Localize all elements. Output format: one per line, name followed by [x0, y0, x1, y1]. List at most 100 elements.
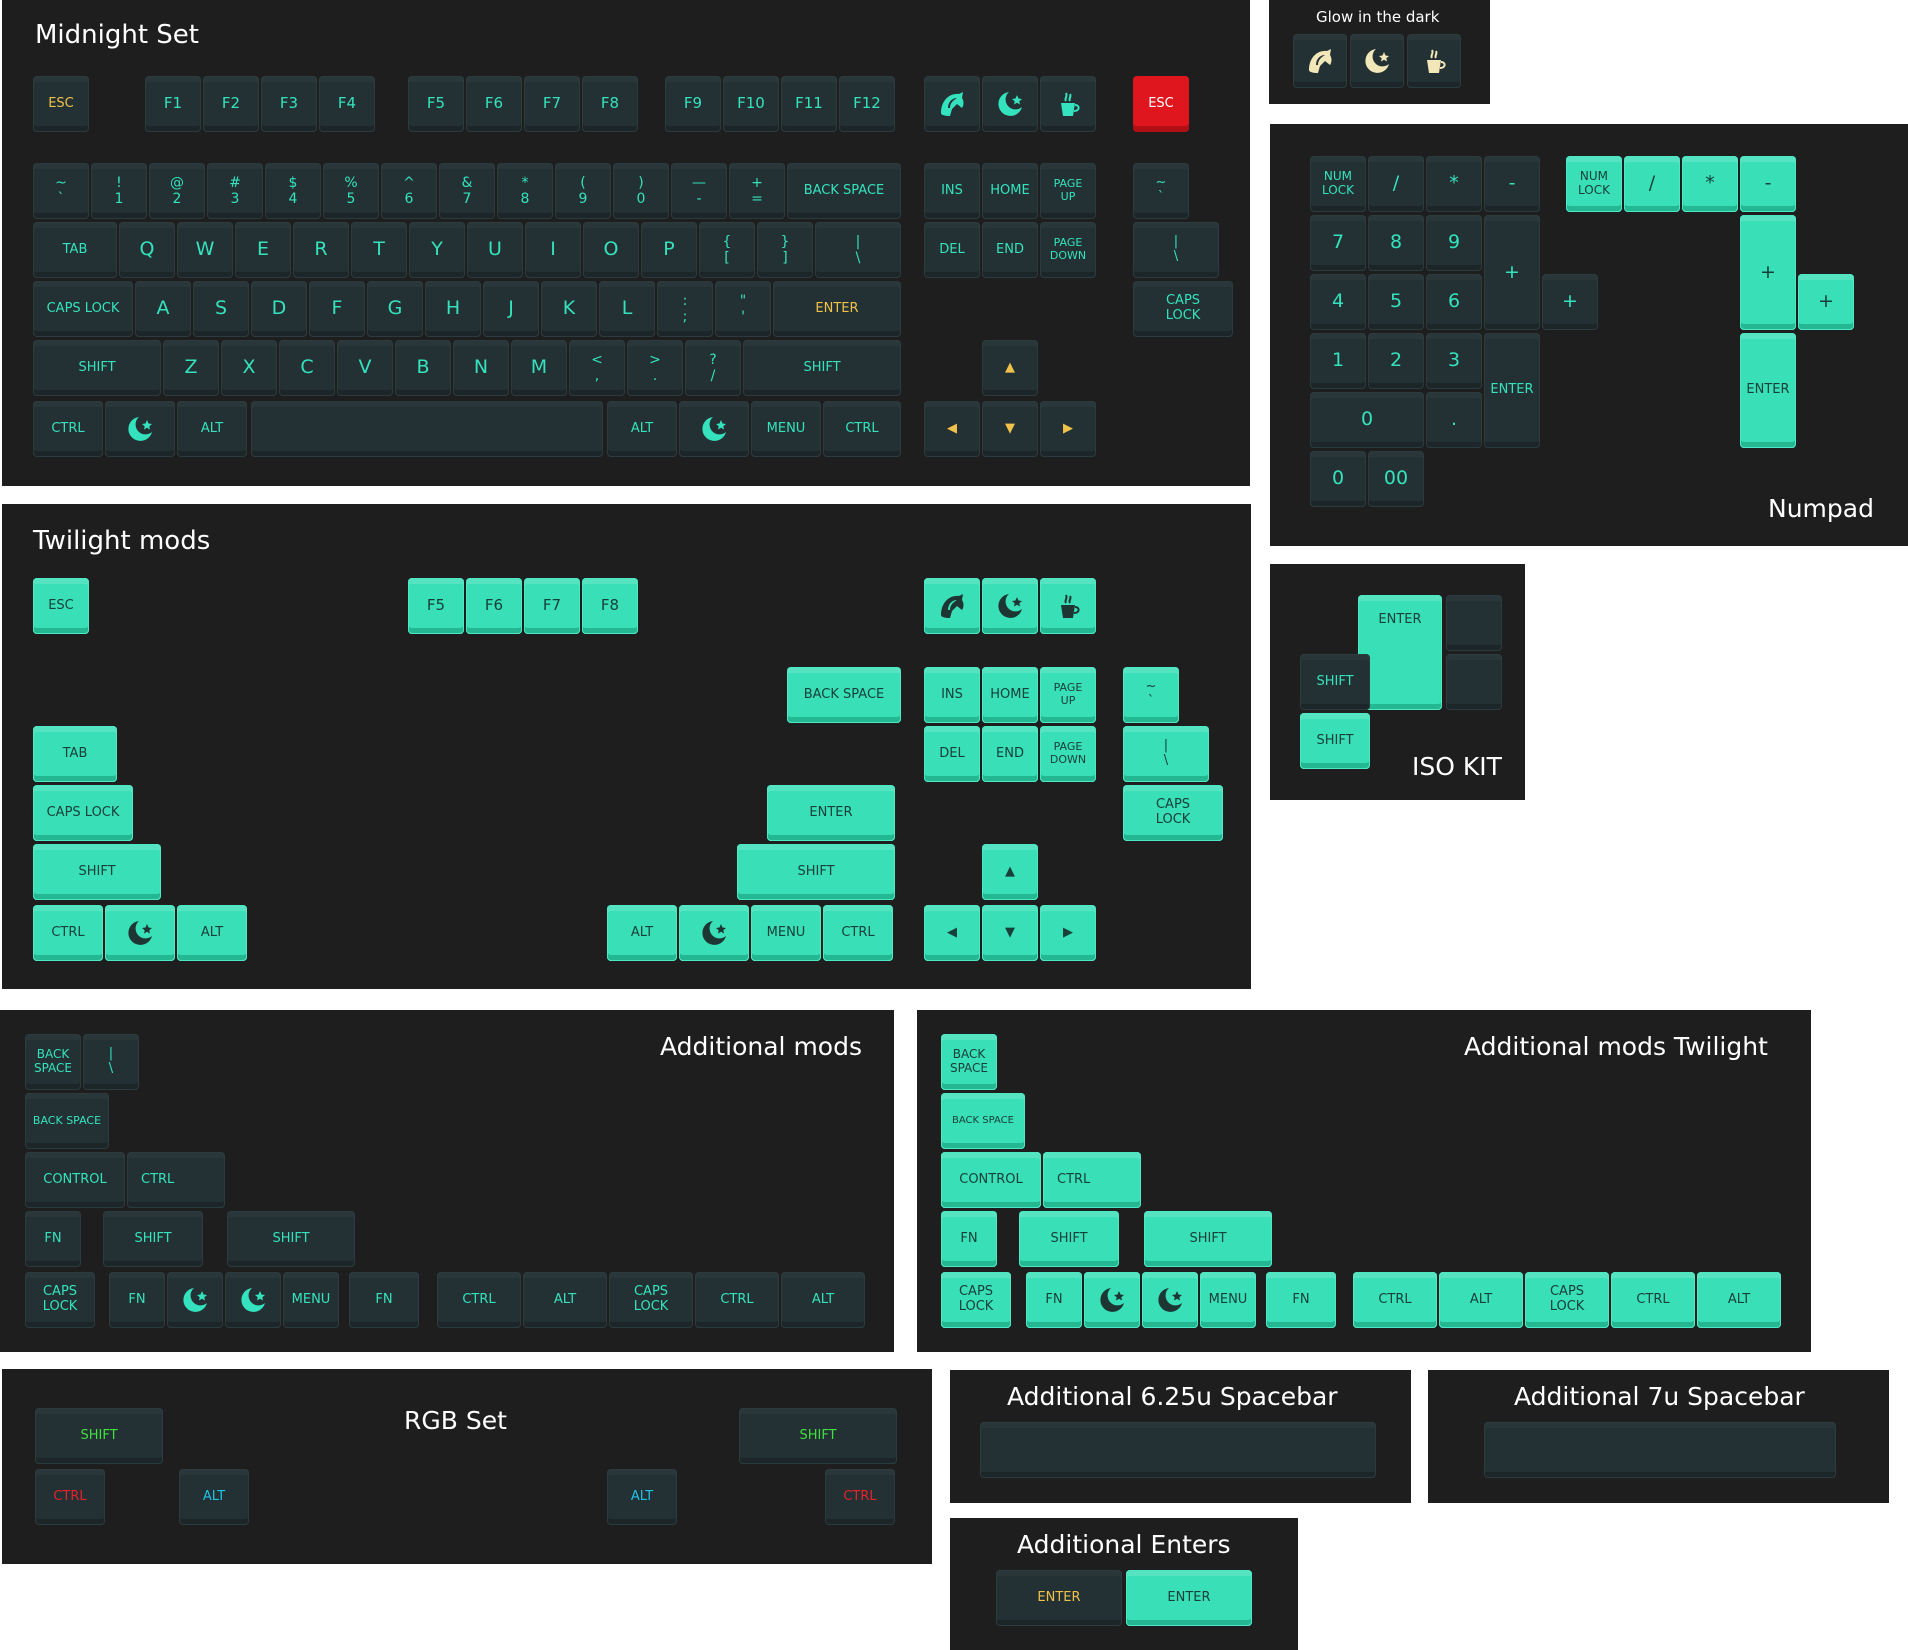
key-4[interactable]: $ 4 — [265, 163, 321, 219]
f11-key[interactable]: F11 — [781, 76, 837, 132]
key-6[interactable]: ^ 6 — [381, 163, 437, 219]
amt-shift-key[interactable]: SHIFT — [1019, 1211, 1119, 1267]
amt-menu-key[interactable]: MENU — [1200, 1272, 1256, 1328]
tw-del-key[interactable]: DEL — [924, 726, 980, 782]
num-slash-key[interactable]: / — [1368, 156, 1424, 212]
num-3-key[interactable]: 3 — [1426, 333, 1482, 389]
key-m[interactable]: M — [511, 340, 567, 396]
key-t[interactable]: T — [351, 222, 407, 278]
am-menu-key[interactable]: MENU — [283, 1272, 339, 1328]
tw-left-shift-key[interactable]: SHIFT — [33, 844, 161, 900]
key-p[interactable]: P — [641, 222, 697, 278]
arrow-right-key[interactable]: ▶ — [1040, 401, 1096, 457]
quote-key[interactable]: " ' — [715, 281, 771, 337]
tw-pageup-key[interactable]: PAGE UP — [1040, 667, 1096, 723]
num-plus-tall-key[interactable]: + — [1484, 215, 1540, 330]
rbracket-key[interactable]: } ] — [757, 222, 813, 278]
home-key[interactable]: HOME — [982, 163, 1038, 219]
iso-blank-key-bottom[interactable] — [1446, 654, 1502, 710]
key-z[interactable]: Z — [163, 340, 219, 396]
esc-red-key[interactable]: ESC — [1133, 76, 1189, 132]
key-3[interactable]: # 3 — [207, 163, 263, 219]
rgb-left-shift-key[interactable]: SHIFT — [35, 1408, 163, 1464]
am-control-key[interactable]: CONTROL — [25, 1152, 125, 1208]
num-4-key[interactable]: 4 — [1310, 274, 1366, 330]
key-n[interactable]: N — [453, 340, 509, 396]
tw-right-alt-key[interactable]: ALT — [607, 905, 677, 961]
amt-capslock-key[interactable]: CAPS LOCK — [941, 1272, 1011, 1328]
tw-f6-key[interactable]: F6 — [466, 578, 522, 634]
spacebar-625-key[interactable] — [980, 1422, 1376, 1478]
rgb-left-alt-key[interactable]: ALT — [179, 1469, 249, 1525]
key-9[interactable]: ( 9 — [555, 163, 611, 219]
num-00-key[interactable]: 00 — [1368, 451, 1424, 507]
amt-fn2-key[interactable]: FN — [1026, 1272, 1082, 1328]
num-1-key[interactable]: 1 — [1310, 333, 1366, 389]
teal-numlock-key[interactable]: NUM LOCK — [1566, 156, 1622, 212]
f2-key[interactable]: F2 — [203, 76, 259, 132]
teal-enter-key[interactable]: ENTER — [1740, 333, 1796, 448]
rgb-left-ctrl-key[interactable]: CTRL — [35, 1469, 105, 1525]
tw-backspace-key[interactable]: BACK SPACE — [787, 667, 901, 723]
am-ctrl3-key[interactable]: CTRL — [695, 1272, 779, 1328]
spacebar-7-key[interactable] — [1484, 1422, 1836, 1478]
key-f[interactable]: F — [309, 281, 365, 337]
key-c[interactable]: C — [279, 340, 335, 396]
glow-moon-key[interactable] — [1350, 34, 1404, 88]
amt-alt2-key[interactable]: ALT — [1697, 1272, 1781, 1328]
extra-tilde-key[interactable]: ~ ` — [1133, 163, 1189, 219]
key-b[interactable]: B — [395, 340, 451, 396]
amt-backspace-key[interactable]: BACK SPACE — [941, 1093, 1025, 1149]
am-capslock2-key[interactable]: CAPS LOCK — [609, 1272, 693, 1328]
moon-icon-key[interactable] — [982, 76, 1038, 132]
key-y[interactable]: Y — [409, 222, 465, 278]
tw-enter-key[interactable]: ENTER — [767, 785, 895, 841]
tw-menu-key[interactable]: MENU — [751, 905, 821, 961]
tw-arrow-left-key[interactable]: ◀ — [924, 905, 980, 961]
f9-key[interactable]: F9 — [665, 76, 721, 132]
iso-shift-dark-key[interactable]: SHIFT — [1300, 654, 1370, 710]
numlock-key[interactable]: NUM LOCK — [1310, 156, 1366, 212]
right-alt-key[interactable]: ALT — [607, 401, 677, 457]
amt-fn3-key[interactable]: FN — [1266, 1272, 1336, 1328]
teal-star-key[interactable]: * — [1682, 156, 1738, 212]
lbracket-key[interactable]: { [ — [699, 222, 755, 278]
f5-key[interactable]: F5 — [408, 76, 464, 132]
key-s[interactable]: S — [193, 281, 249, 337]
right-ctrl-key[interactable]: CTRL — [823, 401, 901, 457]
num-0-wide-key[interactable]: 0 — [1310, 392, 1424, 448]
teal-plus-key[interactable]: + — [1798, 274, 1854, 330]
tw-cup-key[interactable] — [1040, 578, 1096, 634]
tw-moon-key[interactable] — [982, 578, 1038, 634]
left-ctrl-key[interactable]: CTRL — [33, 401, 103, 457]
key-u[interactable]: U — [467, 222, 523, 278]
tw-arrow-up-key[interactable]: ▲ — [982, 844, 1038, 900]
am-ctrl2-key[interactable]: CTRL — [437, 1272, 521, 1328]
del-key[interactable]: DEL — [924, 222, 980, 278]
num-star-key[interactable]: * — [1426, 156, 1482, 212]
esc-key[interactable]: ESC — [33, 76, 89, 132]
key-h[interactable]: H — [425, 281, 481, 337]
comma-key[interactable]: < , — [569, 340, 625, 396]
amt-capslock2-key[interactable]: CAPS LOCK — [1525, 1272, 1609, 1328]
iso-shift-teal-key[interactable]: SHIFT — [1300, 713, 1370, 769]
num-5-key[interactable]: 5 — [1368, 274, 1424, 330]
num-8-key[interactable]: 8 — [1368, 215, 1424, 271]
key-d[interactable]: D — [251, 281, 307, 337]
tw-right-moon-key[interactable] — [679, 905, 749, 961]
arrow-down-key[interactable]: ▼ — [982, 401, 1038, 457]
left-shift-key[interactable]: SHIFT — [33, 340, 161, 396]
key-o[interactable]: O — [583, 222, 639, 278]
amt-moon-key-2[interactable] — [1142, 1272, 1198, 1328]
pagedown-key[interactable]: PAGE DOWN — [1040, 222, 1096, 278]
tw-wolf-key[interactable] — [924, 578, 980, 634]
key-e[interactable]: E — [235, 222, 291, 278]
f3-key[interactable]: F3 — [261, 76, 317, 132]
am-backspace-key[interactable]: BACK SPACE — [25, 1093, 109, 1149]
key-1[interactable]: ! 1 — [91, 163, 147, 219]
capslock-key[interactable]: CAPS LOCK — [33, 281, 133, 337]
tw-left-alt-key[interactable]: ALT — [177, 905, 247, 961]
amt-fn-key[interactable]: FN — [941, 1211, 997, 1267]
key-j[interactable]: J — [483, 281, 539, 337]
tw-pagedown-key[interactable]: PAGE DOWN — [1040, 726, 1096, 782]
